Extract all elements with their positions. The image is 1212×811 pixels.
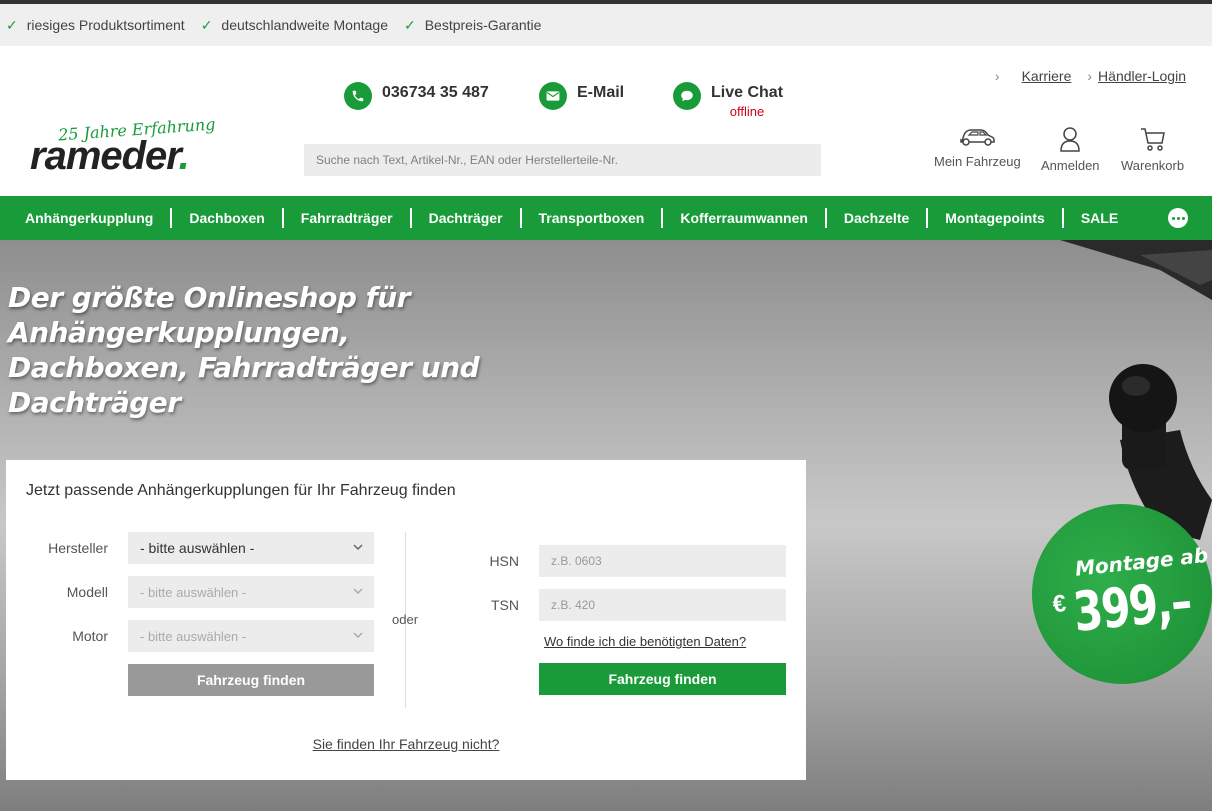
check-icon: ✓ — [200, 16, 213, 33]
tsn-input[interactable]: z.B. 420 — [539, 589, 786, 621]
nav-item-anhaengerkupplung[interactable]: Anhängerkupplung — [8, 208, 173, 228]
live-chat-contact[interactable]: Live Chat offline — [673, 82, 784, 119]
nav-item-dachboxen[interactable]: Dachboxen — [172, 208, 284, 228]
tow-hitch-image — [1060, 240, 1212, 540]
nav-item-dachzelte[interactable]: Dachzelte — [827, 208, 929, 228]
find-vehicle-button-left[interactable]: Fahrzeug finden — [128, 664, 374, 696]
usp-item: ✓ riesiges Produktsortiment — [6, 16, 185, 34]
car-icon — [960, 129, 996, 146]
my-vehicle-label: Mein Fahrzeug — [934, 154, 1021, 169]
usp-item: ✓ Bestpreis-Garantie — [403, 16, 542, 34]
logo-wordmark: rameder. — [30, 134, 190, 178]
nav-item-transportboxen[interactable]: Transportboxen — [522, 208, 664, 228]
badge-currency: € — [1051, 589, 1068, 619]
chevron-right-icon: › — [1087, 68, 1093, 84]
hsn-label: HSN — [489, 553, 519, 569]
tsn-label: TSN — [491, 597, 519, 613]
vehicle-finder: Jetzt passende Anhängerkupplungen für Ih… — [6, 460, 806, 780]
email-label: E-Mail — [577, 84, 625, 101]
badge-price: 399,– — [1070, 569, 1194, 644]
logo[interactable]: 25 Jahre Erfahrung rameder. — [30, 115, 216, 180]
meta-links: › Karriere › Händler-Login — [995, 68, 1186, 84]
cart-icon — [1140, 128, 1165, 151]
meta-link-karriere[interactable]: › Karriere — [995, 68, 1071, 84]
phone-contact[interactable]: 036734 35 487 — [344, 82, 489, 110]
chat-status: offline — [729, 104, 765, 119]
meta-link-haendler-login[interactable]: › Händler-Login — [1087, 68, 1186, 84]
vehicle-not-found: Sie finden Ihr Fahrzeug nicht? — [6, 736, 806, 752]
find-vehicle-button-right[interactable]: Fahrzeug finden — [539, 663, 786, 695]
nav-item-dachtraeger[interactable]: Dachträger — [412, 208, 522, 228]
search-input[interactable] — [304, 144, 821, 176]
or-label: oder — [392, 612, 419, 627]
finder-title: Jetzt passende Anhängerkupplungen für Ih… — [26, 482, 456, 499]
engine-select[interactable]: - bitte auswählen - — [128, 620, 374, 652]
login-label: Anmelden — [1041, 158, 1100, 173]
hero-headline: Der größte Onlineshop für Anhängerkupplu… — [8, 281, 480, 419]
help-data-link[interactable]: Wo finde ich die benötigten Daten? — [544, 634, 746, 649]
manufacturer-select[interactable]: - bitte auswählen - — [128, 532, 374, 564]
hero-banner: Der größte Onlineshop für Anhängerkupplu… — [0, 240, 1212, 811]
login-link[interactable]: Anmelden — [1041, 126, 1100, 173]
usp-item: ✓ deutschlandweite Montage — [200, 16, 388, 34]
usp-bar: ✓ riesiges Produktsortiment ✓ deutschlandw… — [0, 4, 1212, 46]
check-icon: ✓ — [6, 16, 18, 33]
user-icon — [1060, 127, 1081, 152]
phone-number: 036734 35 487 — [382, 84, 489, 101]
hsn-input[interactable]: z.B. 0603 — [539, 545, 786, 577]
phone-icon — [344, 82, 372, 110]
mail-icon — [539, 82, 567, 110]
cart-label: Warenkorb — [1121, 158, 1185, 173]
header: 25 Jahre Erfahrung rameder. 036734 35 48… — [0, 46, 1212, 196]
chevron-down-icon — [353, 544, 363, 551]
engine-label: Motor — [72, 628, 108, 644]
nav-item-fahrradtraeger[interactable]: Fahrradträger — [284, 208, 412, 228]
more-menu-icon[interactable] — [1168, 208, 1188, 228]
manufacturer-label: Hersteller — [48, 540, 108, 556]
main-nav: Anhängerkupplung Dachboxen Fahrradträger… — [0, 196, 1212, 240]
chevron-down-icon — [353, 588, 363, 595]
model-select[interactable]: - bitte auswählen - — [128, 576, 374, 608]
chevron-right-icon: › — [994, 68, 1000, 84]
vehicle-not-found-link[interactable]: Sie finden Ihr Fahrzeug nicht? — [313, 736, 500, 752]
live-chat-label: Live Chat — [711, 84, 784, 101]
email-contact[interactable]: E-Mail — [539, 82, 625, 110]
cart-link[interactable]: Warenkorb — [1121, 126, 1184, 173]
nav-item-kofferraumwannen[interactable]: Kofferraumwannen — [663, 208, 827, 228]
nav-item-montagepoints[interactable]: Montagepoints — [928, 208, 1064, 228]
check-icon: ✓ — [403, 16, 416, 33]
chevron-down-icon — [353, 632, 363, 639]
nav-item-sale[interactable]: SALE — [1064, 208, 1135, 228]
chat-icon — [673, 82, 701, 110]
my-vehicle-link[interactable]: Mein Fahrzeug — [934, 126, 1021, 169]
model-label: Modell — [66, 584, 108, 600]
